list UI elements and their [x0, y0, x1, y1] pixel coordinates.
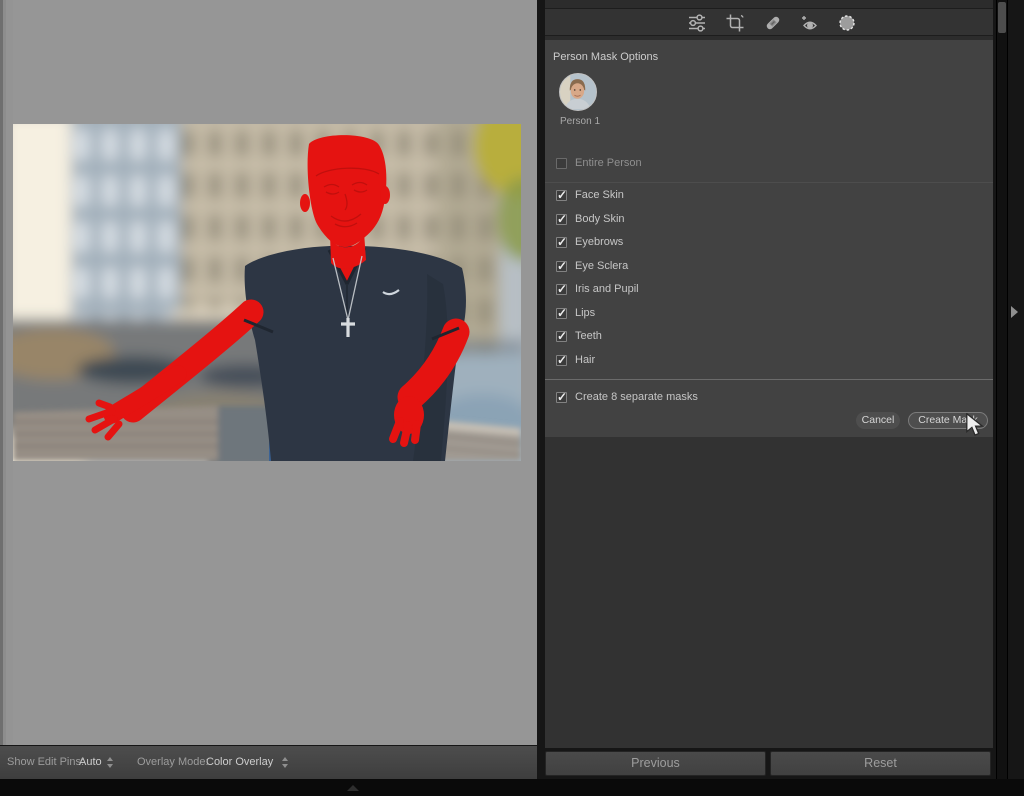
- person-mask-options-panel: Person Mask Options Person 1 Entire Pers…: [545, 40, 993, 437]
- photo-preview[interactable]: [13, 124, 521, 461]
- overlay-mode-label: Overlay Mode:: [137, 756, 209, 768]
- reset-button[interactable]: Reset: [770, 751, 991, 776]
- cancel-button[interactable]: Cancel: [856, 412, 900, 429]
- panel-empty-area: [545, 437, 993, 748]
- filmstrip-reveal-icon[interactable]: [347, 785, 359, 791]
- right-panel-reveal-icon[interactable]: [1011, 306, 1018, 318]
- canvas-toolbar: Show Edit Pins: Auto Overlay Mode: Color…: [0, 745, 537, 779]
- filmstrip-collapsed-bar: [0, 779, 1024, 796]
- canvas-left-edge: [0, 0, 13, 745]
- mask-option-teeth[interactable]: Teeth: [545, 330, 993, 347]
- crop-icon[interactable]: [725, 13, 745, 33]
- develop-tool-strip: [545, 8, 993, 36]
- mask-option-face-skin[interactable]: Face Skin: [545, 189, 993, 206]
- checkbox-unchecked-icon[interactable]: [556, 158, 567, 169]
- entire-person-label: Entire Person: [575, 157, 642, 169]
- mask-option-hair[interactable]: Hair: [545, 354, 993, 371]
- show-edit-pins-dropdown-icon[interactable]: [106, 757, 114, 768]
- person-name: Person 1: [560, 116, 600, 127]
- healing-brush-icon[interactable]: [763, 13, 783, 33]
- panel-scrollbar-thumb[interactable]: [998, 2, 1006, 33]
- footer-divider: [545, 379, 993, 380]
- masking-icon[interactable]: [837, 13, 857, 33]
- checkbox-checked-icon[interactable]: [556, 214, 567, 225]
- panel-scrollbar[interactable]: [996, 0, 1008, 779]
- person-avatar[interactable]: [559, 73, 597, 111]
- right-panel-area: Person Mask Options Person 1 Entire Pers…: [537, 0, 1024, 779]
- photo-with-person-mask: [13, 124, 521, 461]
- mask-option-eyebrows[interactable]: Eyebrows: [545, 236, 993, 253]
- red-eye-icon[interactable]: [800, 13, 820, 33]
- mask-option-iris-and-pupil[interactable]: Iris and Pupil: [545, 283, 993, 300]
- create-separate-masks-option[interactable]: Create 8 separate masks: [545, 391, 993, 408]
- create-mask-button[interactable]: Create Mask: [908, 412, 988, 429]
- checkbox-checked-icon[interactable]: [556, 355, 567, 366]
- checkbox-checked-icon[interactable]: [556, 331, 567, 342]
- show-edit-pins-label: Show Edit Pins:: [7, 756, 84, 768]
- section-divider: [545, 182, 993, 183]
- mask-option-body-skin[interactable]: Body Skin: [545, 213, 993, 230]
- person-avatar-image: [560, 74, 595, 109]
- entire-person-option[interactable]: Entire Person: [545, 157, 993, 174]
- lightroom-develop-window: Show Edit Pins: Auto Overlay Mode: Color…: [0, 0, 1024, 796]
- previous-button[interactable]: Previous: [545, 751, 766, 776]
- panel-title: Person Mask Options: [553, 51, 658, 63]
- checkbox-checked-icon[interactable]: [556, 237, 567, 248]
- mask-option-lips[interactable]: Lips: [545, 307, 993, 324]
- edit-sliders-icon[interactable]: [687, 13, 707, 33]
- image-canvas[interactable]: [0, 0, 537, 745]
- checkbox-checked-icon[interactable]: [556, 284, 567, 295]
- checkbox-checked-icon[interactable]: [556, 190, 567, 201]
- checkbox-checked-icon[interactable]: [556, 261, 567, 272]
- show-edit-pins-value[interactable]: Auto: [79, 756, 102, 768]
- overlay-mode-value[interactable]: Color Overlay: [206, 756, 273, 768]
- checkbox-checked-icon[interactable]: [556, 308, 567, 319]
- mask-option-eye-sclera[interactable]: Eye Sclera: [545, 260, 993, 277]
- checkbox-checked-icon[interactable]: [556, 392, 567, 403]
- overlay-mode-dropdown-icon[interactable]: [281, 757, 289, 768]
